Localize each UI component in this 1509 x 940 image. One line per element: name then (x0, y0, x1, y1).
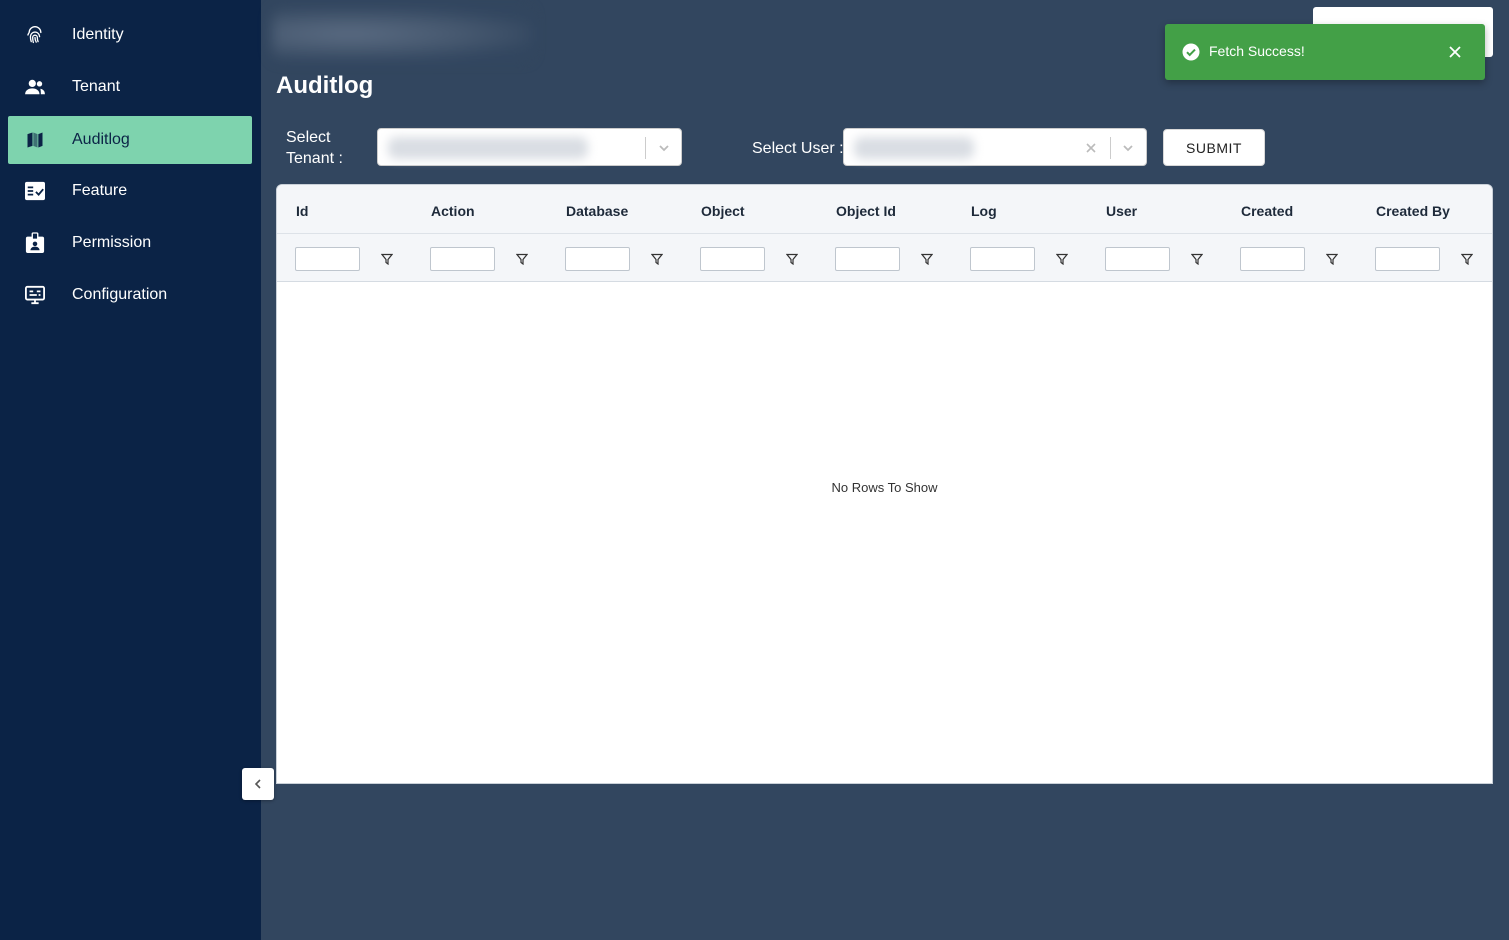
select-separator (1110, 137, 1111, 159)
filter-icon[interactable] (379, 251, 395, 267)
sidebar-item-configuration[interactable]: Configuration (8, 271, 252, 319)
filter-input-action[interactable] (430, 247, 495, 271)
column-header-database[interactable]: Database (566, 203, 628, 219)
column-header-created-by[interactable]: Created By (1376, 203, 1450, 219)
sidebar: Identity Tenant Auditlog Feature Permiss… (0, 0, 261, 940)
filter-input-log[interactable] (970, 247, 1035, 271)
success-toast: Fetch Success! (1165, 24, 1485, 80)
sidebar-item-auditlog[interactable]: Auditlog (8, 116, 252, 164)
filter-icon[interactable] (784, 251, 800, 267)
chevron-down-icon[interactable] (1118, 138, 1138, 158)
filter-input-user[interactable] (1105, 247, 1170, 271)
filter-input-database[interactable] (565, 247, 630, 271)
filter-icon[interactable] (1459, 251, 1475, 267)
badge-icon (24, 232, 46, 254)
tenant-select[interactable] (377, 128, 682, 166)
check-circle-icon (1182, 43, 1200, 61)
app-logo (272, 8, 532, 60)
collapse-sidebar-button[interactable] (242, 768, 274, 800)
fingerprint-icon (24, 24, 46, 46)
sidebar-item-identity[interactable]: Identity (8, 11, 252, 59)
people-icon (24, 76, 46, 98)
column-header-row: Id Action Database Object Object Id Log … (277, 185, 1492, 234)
clear-icon[interactable] (1081, 138, 1101, 158)
empty-grid-message: No Rows To Show (831, 480, 938, 495)
sidebar-item-permission[interactable]: Permission (8, 219, 252, 267)
filter-icon[interactable] (649, 251, 665, 267)
sidebar-item-label: Configuration (72, 286, 168, 303)
filter-icon[interactable] (1324, 251, 1340, 267)
sidebar-item-feature[interactable]: Feature (8, 167, 252, 215)
filter-icon[interactable] (919, 251, 935, 267)
user-select[interactable] (843, 128, 1147, 166)
sidebar-item-label: Feature (72, 182, 128, 199)
user-label: Select User : (752, 140, 844, 157)
filter-input-created-by[interactable] (1375, 247, 1440, 271)
filter-input-object[interactable] (700, 247, 765, 271)
column-header-object[interactable]: Object (701, 203, 745, 219)
sidebar-item-label: Permission (72, 234, 152, 251)
sidebar-item-label: Tenant (72, 78, 121, 95)
chevron-left-icon (254, 779, 261, 789)
filter-icon[interactable] (1189, 251, 1205, 267)
sidebar-item-label: Identity (72, 26, 124, 43)
chevron-down-icon[interactable] (654, 138, 674, 158)
sidebar-item-tenant[interactable]: Tenant (8, 63, 252, 111)
column-header-log[interactable]: Log (971, 203, 997, 219)
toast-message: Fetch Success! (1209, 43, 1305, 59)
filter-icon[interactable] (514, 251, 530, 267)
column-header-object-id[interactable]: Object Id (836, 203, 896, 219)
grid-header: Id Action Database Object Object Id Log … (277, 185, 1492, 282)
filter-input-id[interactable] (295, 247, 360, 271)
auditlog-grid: Id Action Database Object Object Id Log … (276, 184, 1493, 784)
filter-icon[interactable] (1054, 251, 1070, 267)
checklist-icon (24, 180, 46, 202)
submit-button[interactable]: SUBMIT (1163, 129, 1265, 166)
column-header-user[interactable]: User (1106, 203, 1137, 219)
column-header-action[interactable]: Action (431, 203, 475, 219)
close-icon[interactable] (1445, 42, 1465, 62)
map-icon (24, 129, 46, 151)
settings-panel-icon (24, 284, 46, 306)
user-selected-value (854, 137, 974, 159)
sidebar-item-label: Auditlog (72, 131, 130, 148)
column-header-created[interactable]: Created (1241, 203, 1293, 219)
filter-input-object-id[interactable] (835, 247, 900, 271)
select-separator (645, 137, 646, 159)
column-header-id[interactable]: Id (296, 203, 308, 219)
page-title: Auditlog (276, 72, 374, 99)
tenant-selected-value (388, 137, 588, 159)
filter-input-created[interactable] (1240, 247, 1305, 271)
tenant-label: Select Tenant : (286, 129, 343, 167)
